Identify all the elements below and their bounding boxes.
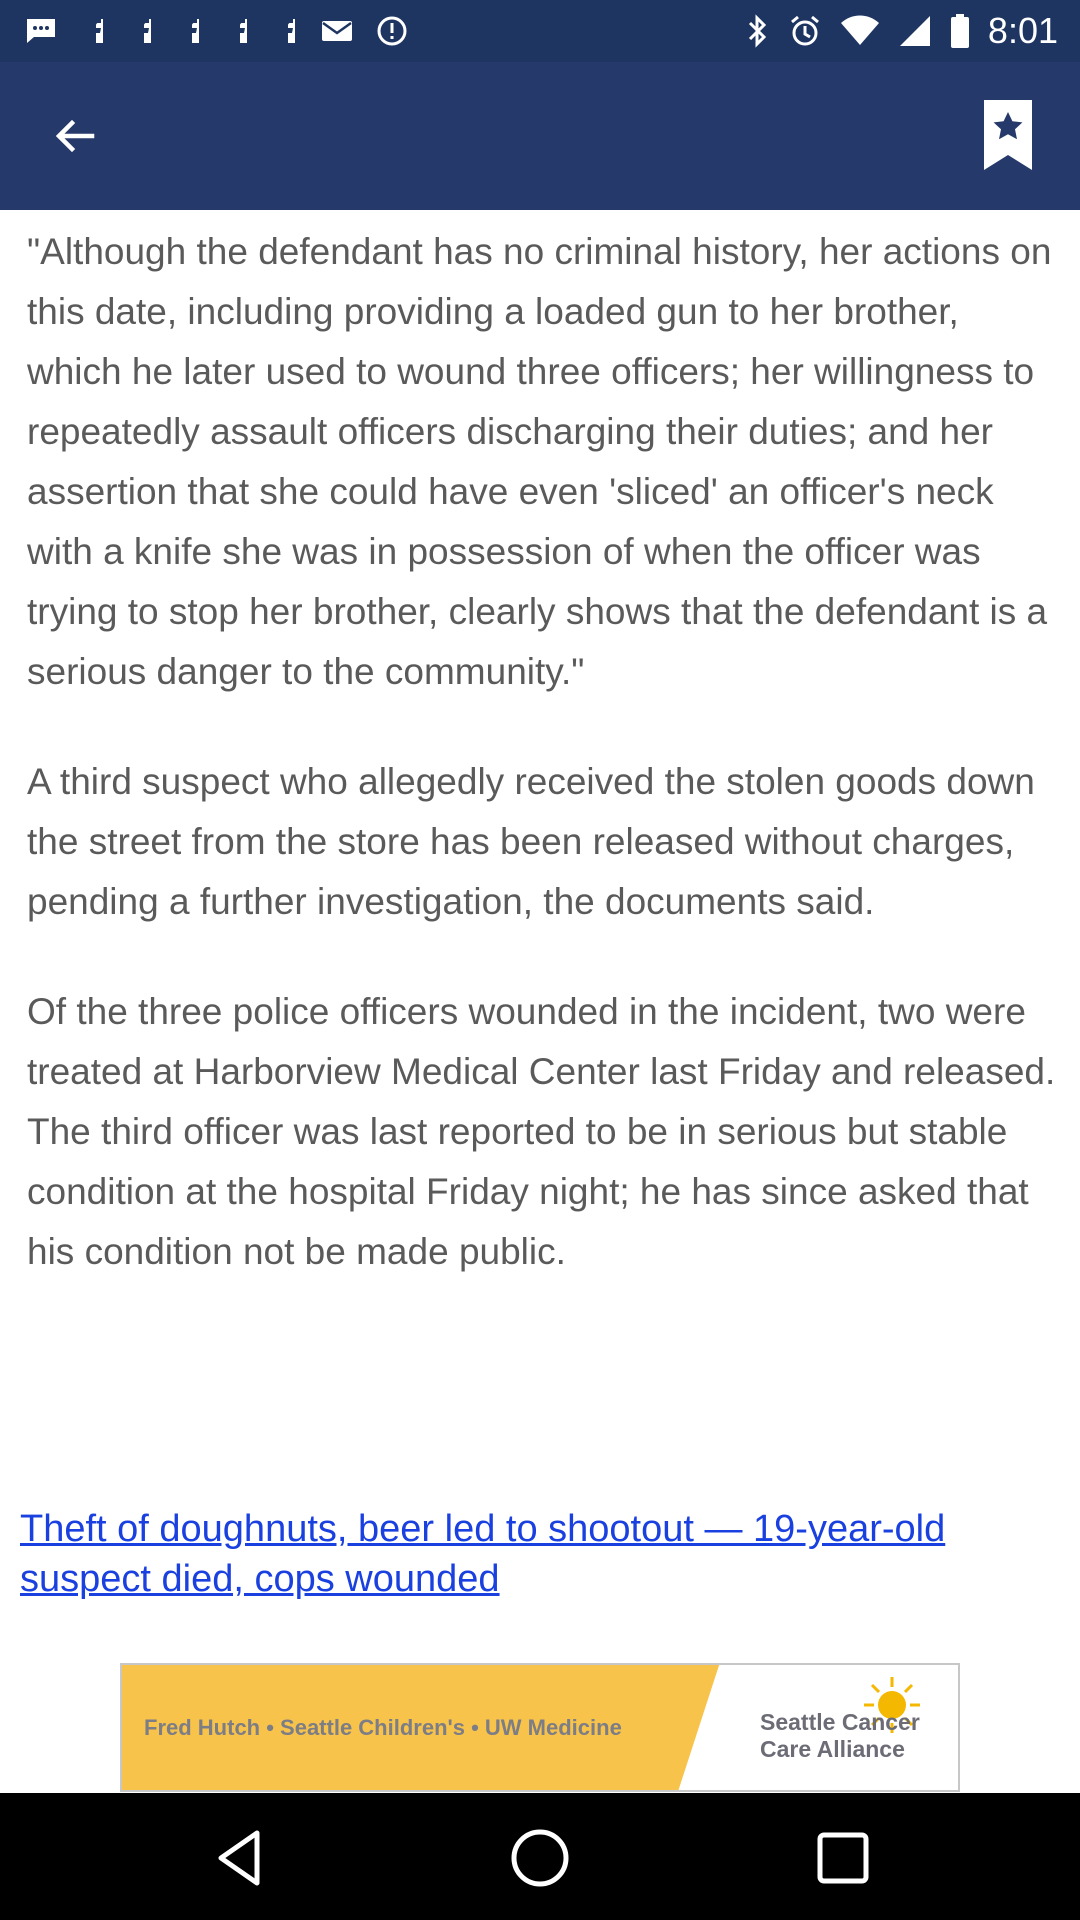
ad-banner[interactable]: Fred Hutch • Seattle Children's • UW Med… [120, 1663, 960, 1792]
ad-partners-text: Fred Hutch • Seattle Children's • UW Med… [144, 1714, 622, 1740]
bookmark-button[interactable] [984, 100, 1032, 170]
facebook-icon [83, 19, 103, 43]
mail-icon [322, 21, 352, 41]
signal-icon [899, 16, 930, 46]
facebook-icon [227, 19, 247, 43]
bluetooth-icon [748, 14, 767, 48]
system-icons: 8:01 [746, 0, 1058, 62]
alarm-icon [790, 15, 819, 46]
clock-time: 8:01 [987, 10, 1058, 51]
article-paragraph: Of the three police officers wounded in … [27, 991, 1056, 1272]
arrow-back-icon [55, 119, 95, 153]
chat-icon [27, 19, 55, 43]
recents-square-icon[interactable] [810, 1825, 876, 1891]
article-paragraph: "Although the defendant has no criminal … [27, 231, 1052, 692]
app-bar [0, 62, 1080, 210]
notification-icons [24, 0, 408, 62]
back-button[interactable] [42, 104, 106, 168]
ad-brand-text: Seattle Cancer Care Alliance [760, 1709, 920, 1762]
wifi-icon [840, 15, 879, 45]
back-triangle-icon[interactable] [207, 1825, 273, 1891]
facebook-icon [275, 19, 295, 43]
navigation-bar [0, 1793, 1080, 1920]
battery-icon [950, 14, 969, 48]
bookmark-star-icon [984, 100, 1032, 170]
home-circle-icon[interactable] [507, 1825, 573, 1891]
article-paragraph: A third suspect who allegedly received t… [27, 761, 1035, 922]
facebook-icon [179, 19, 199, 43]
status-bar: 8:01 [0, 0, 1080, 62]
related-article-link[interactable]: Theft of doughnuts, beer led to shootout… [20, 1504, 1060, 1604]
info-circle-icon [377, 16, 407, 46]
article-body: "Although the defendant has no criminal … [27, 222, 1057, 1282]
facebook-icon [131, 19, 151, 43]
